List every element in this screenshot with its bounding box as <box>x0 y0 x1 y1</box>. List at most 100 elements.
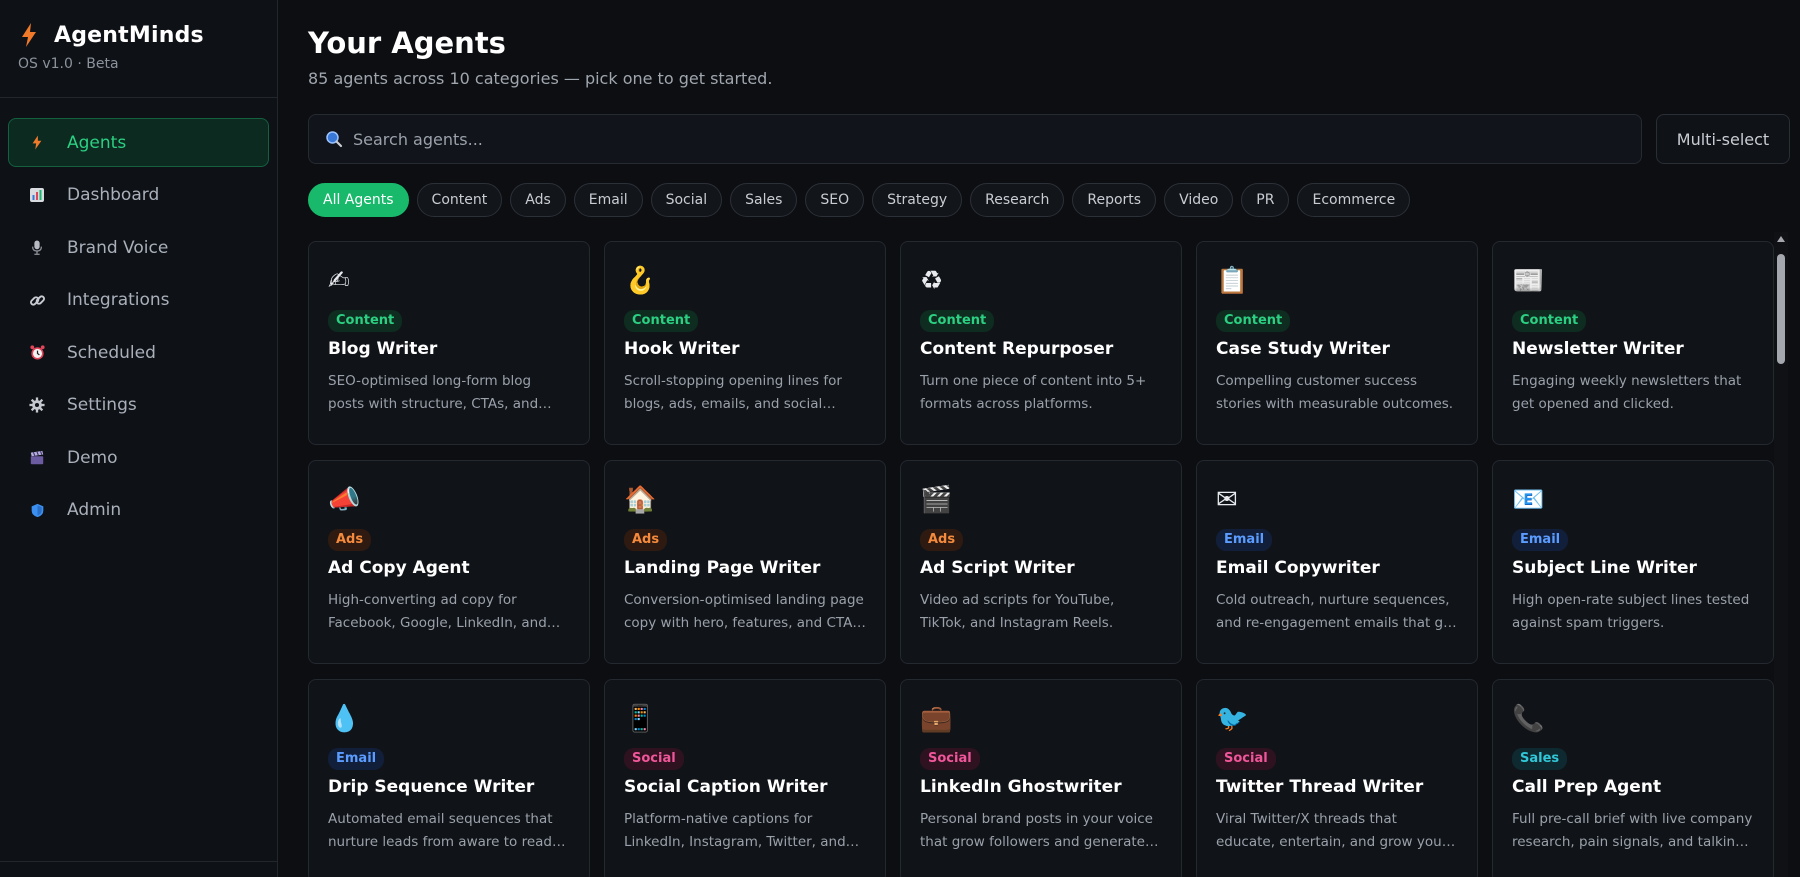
agent-title: Ad Copy Agent <box>328 558 470 578</box>
category-badge: Content <box>624 310 699 332</box>
category-badge: Social <box>1216 748 1276 770</box>
scroll-up-arrow-icon[interactable] <box>1776 234 1786 244</box>
agent-card[interactable]: 📧 Email Subject Line Writer High open-rate … <box>1492 460 1774 664</box>
agent-title: Newsletter Writer <box>1512 339 1684 359</box>
category-badge: Email <box>1216 529 1273 551</box>
search-icon <box>326 131 343 148</box>
agent-title: Drip Sequence Writer <box>328 777 535 797</box>
scrollbar-thumb[interactable] <box>1777 254 1785 364</box>
email-at-icon: 📧 <box>1512 485 1545 515</box>
sidebar: AgentMinds OS v1.0 · Beta Agents Dashboar… <box>0 0 278 877</box>
search-input[interactable] <box>353 129 1603 149</box>
agent-card[interactable]: 💼 Social LinkedIn Ghostwriter Personal bran… <box>900 679 1182 877</box>
agent-description: Automated email sequences that nurture l… <box>328 811 565 850</box>
sidebar-item-label: Scheduled <box>67 342 156 363</box>
agent-description: Turn one piece of content into 5+ format… <box>920 373 1147 412</box>
bolt-logo-icon <box>22 23 36 47</box>
agent-card[interactable]: 🐦 Social Twitter Thread Writer Viral Twitte… <box>1196 679 1478 877</box>
sidebar-item-label: Brand Voice <box>67 237 169 258</box>
briefcase-icon: 💼 <box>920 704 953 734</box>
megaphone-icon: 📣 <box>328 485 361 515</box>
agent-description: SEO-optimised long-form blog posts with … <box>328 373 539 412</box>
filter-chip-ecommerce[interactable]: Ecommerce <box>1297 183 1411 217</box>
category-filters: All Agents Content Ads Email Social Sales SEO S… <box>308 183 1411 217</box>
shield-icon <box>27 500 47 520</box>
category-badge: Content <box>1512 310 1587 332</box>
droplet-icon: 💧 <box>328 704 361 734</box>
agent-description: Video ad scripts for YouTube, TikTok, an… <box>920 592 1115 631</box>
phone-grid-icon: 📱 <box>624 704 657 734</box>
sidebar-item-demo[interactable]: Demo <box>8 433 269 482</box>
house-icon: 🏠 <box>624 485 657 515</box>
agent-title: Ad Script Writer <box>920 558 1075 578</box>
filter-chip-strategy[interactable]: Strategy <box>872 183 963 217</box>
hook-icon: 🪝 <box>624 266 657 296</box>
agent-title: Content Repurposer <box>920 339 1114 359</box>
recycle-icon: ♻ <box>920 266 944 296</box>
agent-card[interactable]: 📞 Sales Call Prep Agent Full pre-call brief… <box>1492 679 1774 877</box>
sidebar-item-settings[interactable]: Settings <box>8 381 269 430</box>
clapper-board-icon: 🎬 <box>920 485 953 515</box>
app-name: AgentMinds <box>54 22 204 48</box>
agent-card[interactable]: 📱 Social Social Caption Writer Platform-nat… <box>604 679 886 877</box>
filter-chip-ads[interactable]: Ads <box>510 183 566 217</box>
sidebar-item-label: Agents <box>67 132 127 153</box>
sidebar-item-scheduled[interactable]: Scheduled <box>8 328 269 377</box>
agent-title: Email Copywriter <box>1216 558 1380 578</box>
agent-title: Hook Writer <box>624 339 740 359</box>
filter-chip-content[interactable]: Content <box>416 183 503 217</box>
agent-description: Scroll-stopping opening lines for blogs,… <box>624 373 842 412</box>
agent-description: Cold outreach, nurture sequences, and re… <box>1216 592 1457 631</box>
category-badge: Social <box>624 748 684 770</box>
agent-card[interactable]: 🏠 Ads Landing Page Writer Conversion-optimi… <box>604 460 886 664</box>
agent-card[interactable]: 🎬 Ads Ad Script Writer Video ad scripts for… <box>900 460 1182 664</box>
sidebar-item-brand-voice[interactable]: Brand Voice <box>8 223 269 272</box>
filter-chip-sales[interactable]: Sales <box>730 183 798 217</box>
sidebar-item-label: Integrations <box>67 290 170 310</box>
filter-chip-email[interactable]: Email <box>573 183 643 217</box>
microphone-icon <box>27 238 47 258</box>
sidebar-item-integrations[interactable]: Integrations <box>8 276 269 325</box>
agent-title: Twitter Thread Writer <box>1216 777 1424 797</box>
sidebar-footer-divider <box>0 861 277 877</box>
category-badge: Ads <box>328 529 372 551</box>
agent-description: High open-rate subject lines tested agai… <box>1512 592 1750 631</box>
filter-chip-all-agents[interactable]: All Agents <box>308 183 409 217</box>
filter-chip-video[interactable]: Video <box>1164 183 1234 217</box>
agent-card[interactable]: ✉ Email Email Copywriter Cold outreach, nur… <box>1196 460 1478 664</box>
agent-card[interactable]: 📰 Content Newsletter Writer Engaging weekly… <box>1492 241 1774 445</box>
link-icon <box>27 290 47 310</box>
category-badge: Content <box>328 310 403 332</box>
page-title: Your Agents <box>308 26 506 60</box>
agent-title: Blog Writer <box>328 339 438 359</box>
agent-card[interactable]: ✍ Content Blog Writer SEO-optimised long-fo… <box>308 241 590 445</box>
sidebar-item-label: Dashboard <box>67 185 160 205</box>
agent-card[interactable]: 📣 Ads Ad Copy Agent High-converting ad copy… <box>308 460 590 664</box>
agent-description: Conversion-optimised landing page copy w… <box>624 592 864 631</box>
newspaper-icon: 📰 <box>1512 266 1545 296</box>
agent-card[interactable]: 🪝 Content Hook Writer Scroll-stopping openi… <box>604 241 886 445</box>
sidebar-item-agents[interactable]: Agents <box>8 118 269 167</box>
multi-select-button[interactable]: Multi-select <box>1656 114 1790 164</box>
agent-card[interactable]: ♻ Content Content Repurposer Turn one piece… <box>900 241 1182 445</box>
agent-card[interactable]: 💧 Email Drip Sequence Writer Automated emai… <box>308 679 590 877</box>
filter-chip-social[interactable]: Social <box>650 183 723 217</box>
filter-chip-reports[interactable]: Reports <box>1072 183 1157 217</box>
agent-title: Social Caption Writer <box>624 777 828 797</box>
app-version: OS v1.0 · Beta <box>18 56 119 72</box>
sidebar-item-admin[interactable]: Admin <box>8 486 269 535</box>
filter-chip-research[interactable]: Research <box>970 183 1065 217</box>
sidebar-item-dashboard[interactable]: Dashboard <box>8 171 269 220</box>
agent-title: Landing Page Writer <box>624 558 821 578</box>
bolt-icon <box>27 133 47 153</box>
filter-chip-seo[interactable]: SEO <box>805 183 865 217</box>
filter-chip-pr[interactable]: PR <box>1241 183 1290 217</box>
search-bar[interactable] <box>308 114 1642 164</box>
agent-card[interactable]: 📋 Content Case Study Writer Compelling cust… <box>1196 241 1478 445</box>
bar-chart-icon <box>27 185 47 205</box>
agent-title: LinkedIn Ghostwriter <box>920 777 1122 797</box>
category-badge: Ads <box>920 529 964 551</box>
agent-title: Subject Line Writer <box>1512 558 1697 578</box>
agent-description: Full pre-call brief with live company re… <box>1512 811 1753 850</box>
scrollbar[interactable] <box>1774 232 1788 877</box>
